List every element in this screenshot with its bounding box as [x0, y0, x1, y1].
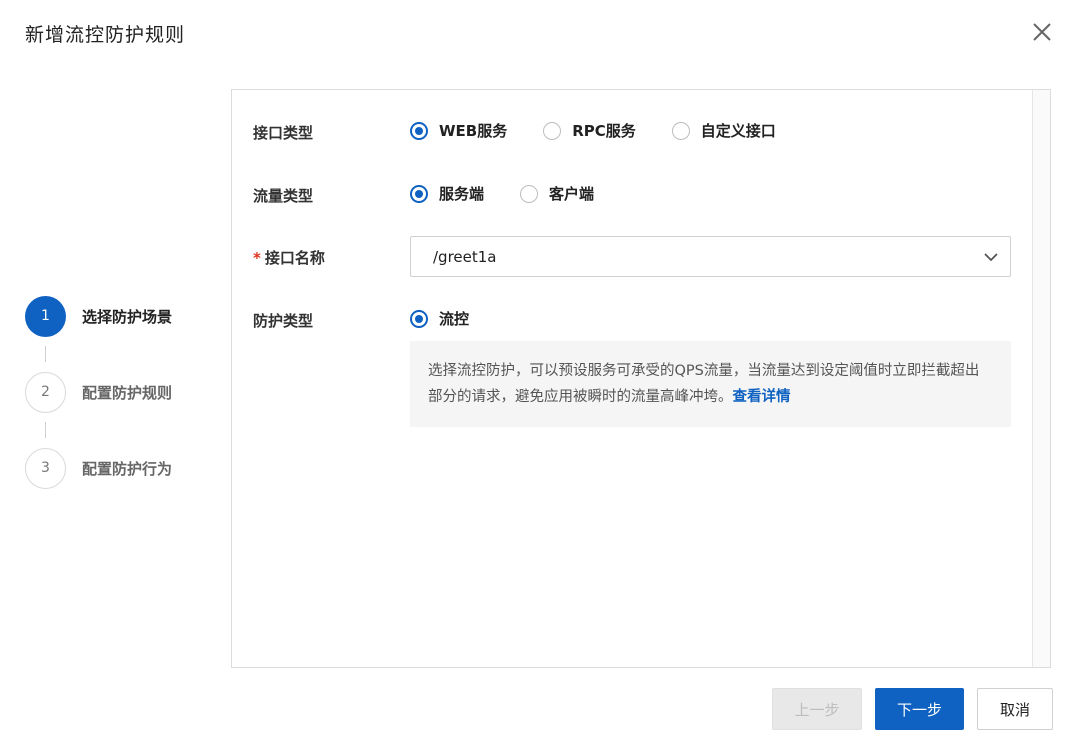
interface-name-label: * 接口名称 [253, 247, 325, 268]
protection-type-label: 防护类型 [253, 312, 314, 330]
radio-rpc-service[interactable]: RPC服务 [543, 120, 636, 141]
interface-name-label-text: 接口名称 [264, 249, 325, 267]
interface-name-value: /greet1a [433, 247, 497, 266]
radio-unchecked-icon [671, 121, 690, 140]
radio-checked-icon [410, 121, 428, 140]
form-panel: 接口类型 WEB服务 RPC服务 自定义接口 流量类型 服务端 客户端 * 接口名… [231, 89, 1051, 668]
radio-web-service[interactable]: WEB服务 [410, 120, 507, 141]
radio-unchecked-icon [520, 184, 539, 203]
radio-checked-icon [410, 309, 428, 328]
radio-unchecked-icon [543, 121, 562, 140]
radio-custom-interface[interactable]: 自定义接口 [671, 120, 776, 141]
step-connector [45, 422, 46, 438]
radio-client-side[interactable]: 客户端 [520, 183, 594, 204]
interface-name-select[interactable]: /greet1a [410, 236, 1011, 277]
chevron-down-icon [984, 253, 998, 262]
view-details-link[interactable]: 查看详情 [733, 389, 791, 405]
cancel-button[interactable]: 取消 [977, 688, 1053, 730]
step-3: 3 配置防护行为 [25, 447, 172, 489]
interface-type-radio-group: WEB服务 RPC服务 自定义接口 [410, 120, 812, 141]
step-3-number: 3 [25, 447, 66, 489]
required-mark: * [253, 249, 261, 267]
radio-checked-icon [410, 184, 428, 203]
next-step-button[interactable]: 下一步 [875, 688, 964, 730]
protection-type-radio-group: 流控 [410, 308, 505, 329]
radio-client-side-label: 客户端 [549, 185, 595, 203]
protection-description: 选择流控防护，可以预设服务可承受的QPS流量，当流量达到设定阈值时立即拦截超出部… [410, 341, 1011, 427]
radio-flow-control-label: 流控 [439, 310, 470, 328]
traffic-type-label: 流量类型 [253, 187, 314, 205]
close-icon[interactable] [1030, 20, 1054, 44]
radio-server-side-label: 服务端 [439, 185, 485, 203]
step-2-number: 2 [25, 371, 66, 413]
step-1: 1 选择防护场景 [25, 295, 172, 337]
traffic-type-radio-group: 服务端 客户端 [410, 183, 630, 204]
step-2-label: 配置防护规则 [82, 383, 173, 402]
step-2: 2 配置防护规则 [25, 371, 172, 413]
interface-type-label: 接口类型 [253, 124, 314, 142]
step-1-number: 1 [25, 295, 66, 337]
step-connector [45, 346, 46, 362]
radio-rpc-service-label: RPC服务 [572, 122, 636, 140]
radio-custom-interface-label: 自定义接口 [700, 122, 776, 140]
radio-flow-control[interactable]: 流控 [410, 308, 469, 329]
step-3-label: 配置防护行为 [82, 459, 173, 478]
radio-server-side[interactable]: 服务端 [410, 183, 484, 204]
step-1-label: 选择防护场景 [82, 307, 173, 326]
radio-web-service-label: WEB服务 [439, 122, 508, 140]
panel-scrollbar[interactable] [1032, 90, 1050, 667]
dialog-title: 新增流控防护规则 [25, 24, 186, 46]
previous-step-button[interactable]: 上一步 [772, 688, 862, 730]
description-text: 选择流控防护，可以预设服务可承受的QPS流量，当流量达到设定阈值时立即拦截超出部… [428, 363, 980, 405]
